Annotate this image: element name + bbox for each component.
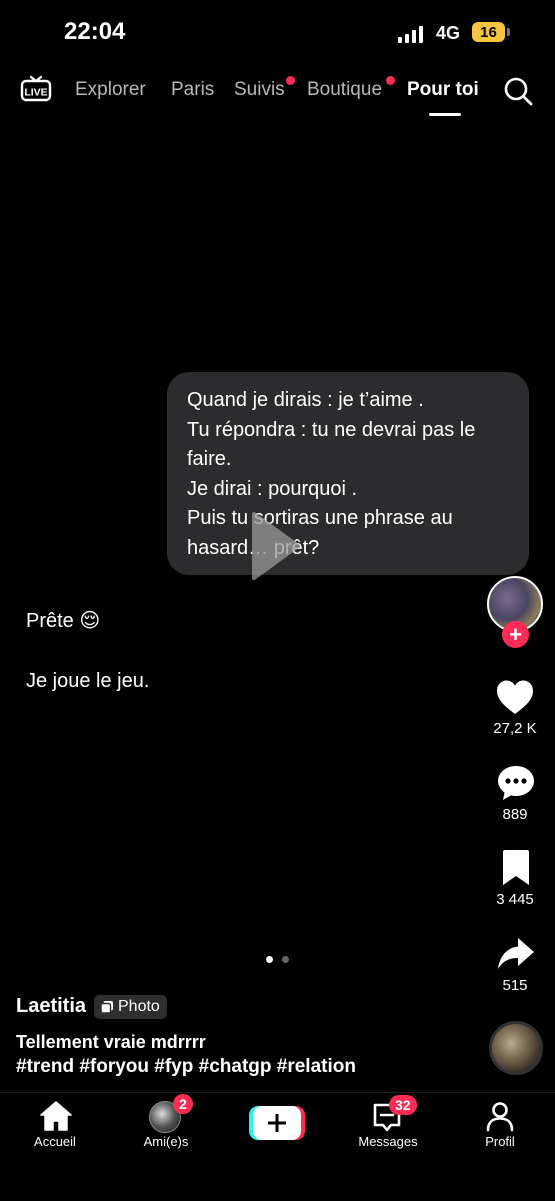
home-icon[interactable] [38, 1098, 74, 1134]
boutique-notification-dot [386, 76, 395, 85]
comment-icon[interactable] [496, 763, 536, 803]
tab-boutique[interactable]: Boutique [307, 79, 382, 101]
battery-icon: 16 [472, 22, 505, 42]
heart-icon[interactable] [495, 678, 535, 718]
create-button[interactable] [249, 1104, 305, 1142]
messages-badge: 32 [389, 1095, 417, 1115]
photo-badge-label: Photo [118, 998, 160, 1015]
network-type: 4G [436, 23, 461, 43]
save-count: 3 445 [496, 891, 534, 908]
share-icon[interactable] [496, 934, 536, 974]
nav-accueil[interactable]: Accueil [10, 1134, 100, 1149]
bubble-line: hasard… prêt? [187, 536, 319, 559]
music-disc[interactable] [489, 1021, 543, 1075]
tab-paris[interactable]: Paris [171, 79, 214, 101]
nav-messages[interactable]: Messages [343, 1134, 433, 1149]
photo-mode-icon [100, 1001, 113, 1014]
comment-count: 889 [502, 806, 528, 823]
like-count: 27,2 K [493, 720, 537, 737]
search-icon[interactable] [503, 76, 533, 106]
status-time: 22:04 [64, 18, 126, 45]
pager-dot [282, 956, 289, 963]
play-icon[interactable] [250, 510, 302, 582]
follow-button[interactable]: + [502, 621, 529, 648]
bookmark-icon[interactable] [496, 848, 536, 888]
active-tab-indicator [429, 113, 461, 116]
pager-dot-active [266, 956, 273, 963]
share-count: 515 [502, 977, 528, 994]
bubble-line: Quand je dirais : je t’aime . [187, 389, 424, 411]
caption-text: Je joue le jeu. [26, 670, 150, 692]
suivis-notification-dot [286, 76, 295, 85]
live-label: LIVE [24, 87, 47, 99]
hashtags[interactable]: #trend #foryou #fyp #chatgp #relation [16, 1056, 356, 1078]
plus-icon: + [509, 621, 522, 647]
live-icon[interactable]: LIVE [20, 76, 52, 102]
nav-amis[interactable]: Ami(e)s [121, 1134, 211, 1149]
tab-pour-toi[interactable]: Pour toi [407, 79, 479, 101]
friends-badge: 2 [173, 1094, 193, 1114]
battery-tip [507, 28, 510, 36]
tab-explorer[interactable]: Explorer [75, 79, 146, 101]
bubble-line: faire. [187, 448, 232, 470]
battery-level: 16 [480, 23, 497, 41]
photo-badge: Photo [94, 995, 167, 1019]
photo-text-bubble: Quand je dirais : je t’aime . Tu répondr… [167, 372, 529, 575]
signal-icon [398, 25, 423, 43]
caption-text: Prête 😌 [26, 610, 101, 632]
bubble-line: Puis tu sortiras une phrase au [187, 507, 453, 529]
profile-icon[interactable] [484, 1100, 516, 1132]
author-name[interactable]: Laetitia [16, 995, 86, 1018]
bubble-line: Tu répondra : tu ne devrai pas le [187, 418, 476, 441]
post-description: Tellement vraie mdrrrr [16, 1032, 206, 1052]
tab-suivis[interactable]: Suivis [234, 79, 285, 101]
nav-profil[interactable]: Profil [455, 1134, 545, 1149]
bubble-line: Je dirai : pourquoi . [187, 477, 358, 500]
